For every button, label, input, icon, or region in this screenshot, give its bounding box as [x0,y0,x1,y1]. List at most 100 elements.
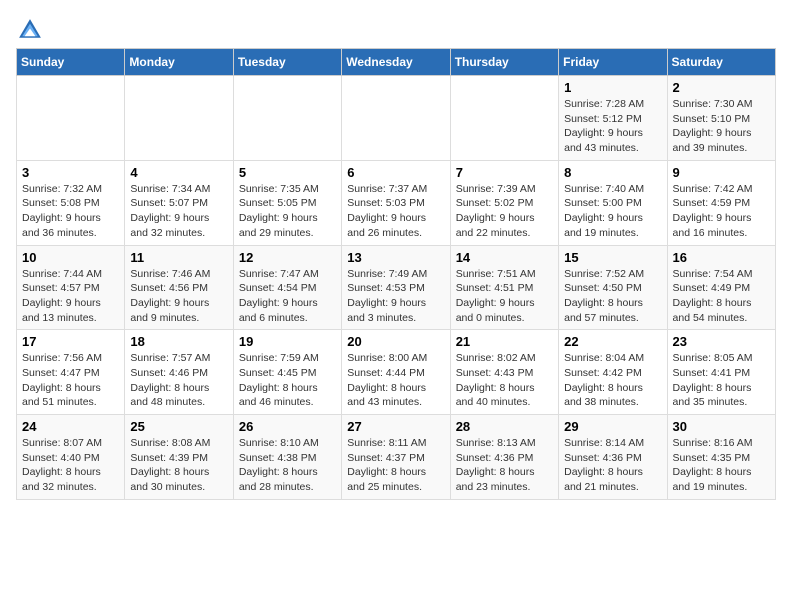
day-info: Sunrise: 7:47 AM Sunset: 4:54 PM Dayligh… [239,267,336,326]
day-number: 14 [456,250,553,265]
calendar-cell: 20 Sunrise: 8:00 AM Sunset: 4:44 PM Dayli… [342,330,450,415]
calendar-cell: 9 Sunrise: 7:42 AM Sunset: 4:59 PM Daylig… [667,160,775,245]
day-number: 28 [456,419,553,434]
day-number: 16 [673,250,770,265]
week-row-2: 10 Sunrise: 7:44 AM Sunset: 4:57 PM Dayli… [17,245,776,330]
calendar-cell [450,76,558,161]
day-info: Sunrise: 7:42 AM Sunset: 4:59 PM Dayligh… [673,182,770,241]
weekday-header-friday: Friday [559,49,667,76]
calendar-cell: 6 Sunrise: 7:37 AM Sunset: 5:03 PM Daylig… [342,160,450,245]
day-info: Sunrise: 8:10 AM Sunset: 4:38 PM Dayligh… [239,436,336,495]
calendar-cell: 27 Sunrise: 8:11 AM Sunset: 4:37 PM Dayli… [342,415,450,500]
calendar-cell: 2 Sunrise: 7:30 AM Sunset: 5:10 PM Daylig… [667,76,775,161]
calendar-cell [342,76,450,161]
calendar-cell: 15 Sunrise: 7:52 AM Sunset: 4:50 PM Dayli… [559,245,667,330]
calendar-cell: 19Sunrise: 7:59 AM Sunset: 4:45 PM Dayli… [233,330,341,415]
day-number: 3 [22,165,119,180]
calendar-cell: 13 Sunrise: 7:49 AM Sunset: 4:53 PM Dayli… [342,245,450,330]
day-number: 9 [673,165,770,180]
day-info: Sunrise: 8:16 AM Sunset: 4:35 PM Dayligh… [673,436,770,495]
day-info: Sunrise: 7:39 AM Sunset: 5:02 PM Dayligh… [456,182,553,241]
calendar-table: SundayMondayTuesdayWednesdayThursdayFrid… [16,48,776,500]
calendar-cell: 10 Sunrise: 7:44 AM Sunset: 4:57 PM Dayli… [17,245,125,330]
logo-icon [16,16,44,44]
weekday-header-monday: Monday [125,49,233,76]
day-info: Sunrise: 7:52 AM Sunset: 4:50 PM Dayligh… [564,267,661,326]
day-number: 13 [347,250,444,265]
day-number: 10 [22,250,119,265]
day-info: Sunrise: 8:05 AM Sunset: 4:41 PM Dayligh… [673,351,770,410]
day-info: Sunrise: 8:11 AM Sunset: 4:37 PM Dayligh… [347,436,444,495]
calendar-cell: 29 Sunrise: 8:14 AM Sunset: 4:36 PM Dayli… [559,415,667,500]
weekday-header-row: SundayMondayTuesdayWednesdayThursdayFrid… [17,49,776,76]
day-info: Sunrise: 7:57 AM Sunset: 4:46 PM Dayligh… [130,351,227,410]
day-number: 17 [22,334,119,349]
calendar-cell: 18 Sunrise: 7:57 AM Sunset: 4:46 PM Dayli… [125,330,233,415]
day-info: Sunrise: 8:04 AM Sunset: 4:42 PM Dayligh… [564,351,661,410]
day-number: 27 [347,419,444,434]
week-row-4: 24 Sunrise: 8:07 AM Sunset: 4:40 PM Dayli… [17,415,776,500]
day-info: Sunrise: 7:54 AM Sunset: 4:49 PM Dayligh… [673,267,770,326]
calendar-cell: 8 Sunrise: 7:40 AM Sunset: 5:00 PM Daylig… [559,160,667,245]
day-number: 26 [239,419,336,434]
day-number: 21 [456,334,553,349]
calendar-cell: 17 Sunrise: 7:56 AM Sunset: 4:47 PM Dayli… [17,330,125,415]
day-number: 15 [564,250,661,265]
calendar-cell: 22 Sunrise: 8:04 AM Sunset: 4:42 PM Dayli… [559,330,667,415]
calendar-cell: 21 Sunrise: 8:02 AM Sunset: 4:43 PM Dayli… [450,330,558,415]
day-info: Sunrise: 7:37 AM Sunset: 5:03 PM Dayligh… [347,182,444,241]
day-number: 23 [673,334,770,349]
weekday-header-sunday: Sunday [17,49,125,76]
day-number: 24 [22,419,119,434]
calendar-cell: 7 Sunrise: 7:39 AM Sunset: 5:02 PM Daylig… [450,160,558,245]
calendar-cell: 24 Sunrise: 8:07 AM Sunset: 4:40 PM Dayli… [17,415,125,500]
day-number: 11 [130,250,227,265]
day-number: 22 [564,334,661,349]
day-number: 2 [673,80,770,95]
day-info: Sunrise: 7:40 AM Sunset: 5:00 PM Dayligh… [564,182,661,241]
day-number: 12 [239,250,336,265]
calendar-cell: 25 Sunrise: 8:08 AM Sunset: 4:39 PM Dayli… [125,415,233,500]
day-number: 18 [130,334,227,349]
calendar-cell: 12 Sunrise: 7:47 AM Sunset: 4:54 PM Dayli… [233,245,341,330]
calendar-cell [233,76,341,161]
calendar-cell: 4Sunrise: 7:34 AM Sunset: 5:07 PM Daylig… [125,160,233,245]
day-info: Sunrise: 7:32 AM Sunset: 5:08 PM Dayligh… [22,182,119,241]
calendar-cell: 5Sunrise: 7:35 AM Sunset: 5:05 PM Daylig… [233,160,341,245]
calendar-cell: 28 Sunrise: 8:13 AM Sunset: 4:36 PM Dayli… [450,415,558,500]
calendar-cell: 1 Sunrise: 7:28 AM Sunset: 5:12 PM Daylig… [559,76,667,161]
day-number: 20 [347,334,444,349]
day-info: Sunrise: 7:30 AM Sunset: 5:10 PM Dayligh… [673,97,770,156]
day-info: Sunrise: 7:34 AM Sunset: 5:07 PM Dayligh… [130,182,227,241]
day-info: Sunrise: 7:56 AM Sunset: 4:47 PM Dayligh… [22,351,119,410]
calendar-cell: 30 Sunrise: 8:16 AM Sunset: 4:35 PM Dayli… [667,415,775,500]
day-info: Sunrise: 7:49 AM Sunset: 4:53 PM Dayligh… [347,267,444,326]
weekday-header-wednesday: Wednesday [342,49,450,76]
calendar-cell: 14 Sunrise: 7:51 AM Sunset: 4:51 PM Dayli… [450,245,558,330]
day-number: 19 [239,334,336,349]
calendar-cell [17,76,125,161]
day-info: Sunrise: 8:08 AM Sunset: 4:39 PM Dayligh… [130,436,227,495]
day-info: Sunrise: 7:46 AM Sunset: 4:56 PM Dayligh… [130,267,227,326]
weekday-header-tuesday: Tuesday [233,49,341,76]
day-info: Sunrise: 8:02 AM Sunset: 4:43 PM Dayligh… [456,351,553,410]
day-number: 7 [456,165,553,180]
day-number: 6 [347,165,444,180]
day-number: 1 [564,80,661,95]
day-number: 8 [564,165,661,180]
day-number: 25 [130,419,227,434]
day-number: 5 [239,165,336,180]
day-number: 29 [564,419,661,434]
calendar-cell [125,76,233,161]
day-info: Sunrise: 8:07 AM Sunset: 4:40 PM Dayligh… [22,436,119,495]
day-info: Sunrise: 7:28 AM Sunset: 5:12 PM Dayligh… [564,97,661,156]
logo [16,16,48,44]
day-info: Sunrise: 7:44 AM Sunset: 4:57 PM Dayligh… [22,267,119,326]
day-number: 30 [673,419,770,434]
day-info: Sunrise: 7:51 AM Sunset: 4:51 PM Dayligh… [456,267,553,326]
week-row-0: 1 Sunrise: 7:28 AM Sunset: 5:12 PM Daylig… [17,76,776,161]
day-info: Sunrise: 8:14 AM Sunset: 4:36 PM Dayligh… [564,436,661,495]
calendar-cell: 26 Sunrise: 8:10 AM Sunset: 4:38 PM Dayli… [233,415,341,500]
day-info: Sunrise: 8:00 AM Sunset: 4:44 PM Dayligh… [347,351,444,410]
day-info: Sunrise: 8:13 AM Sunset: 4:36 PM Dayligh… [456,436,553,495]
